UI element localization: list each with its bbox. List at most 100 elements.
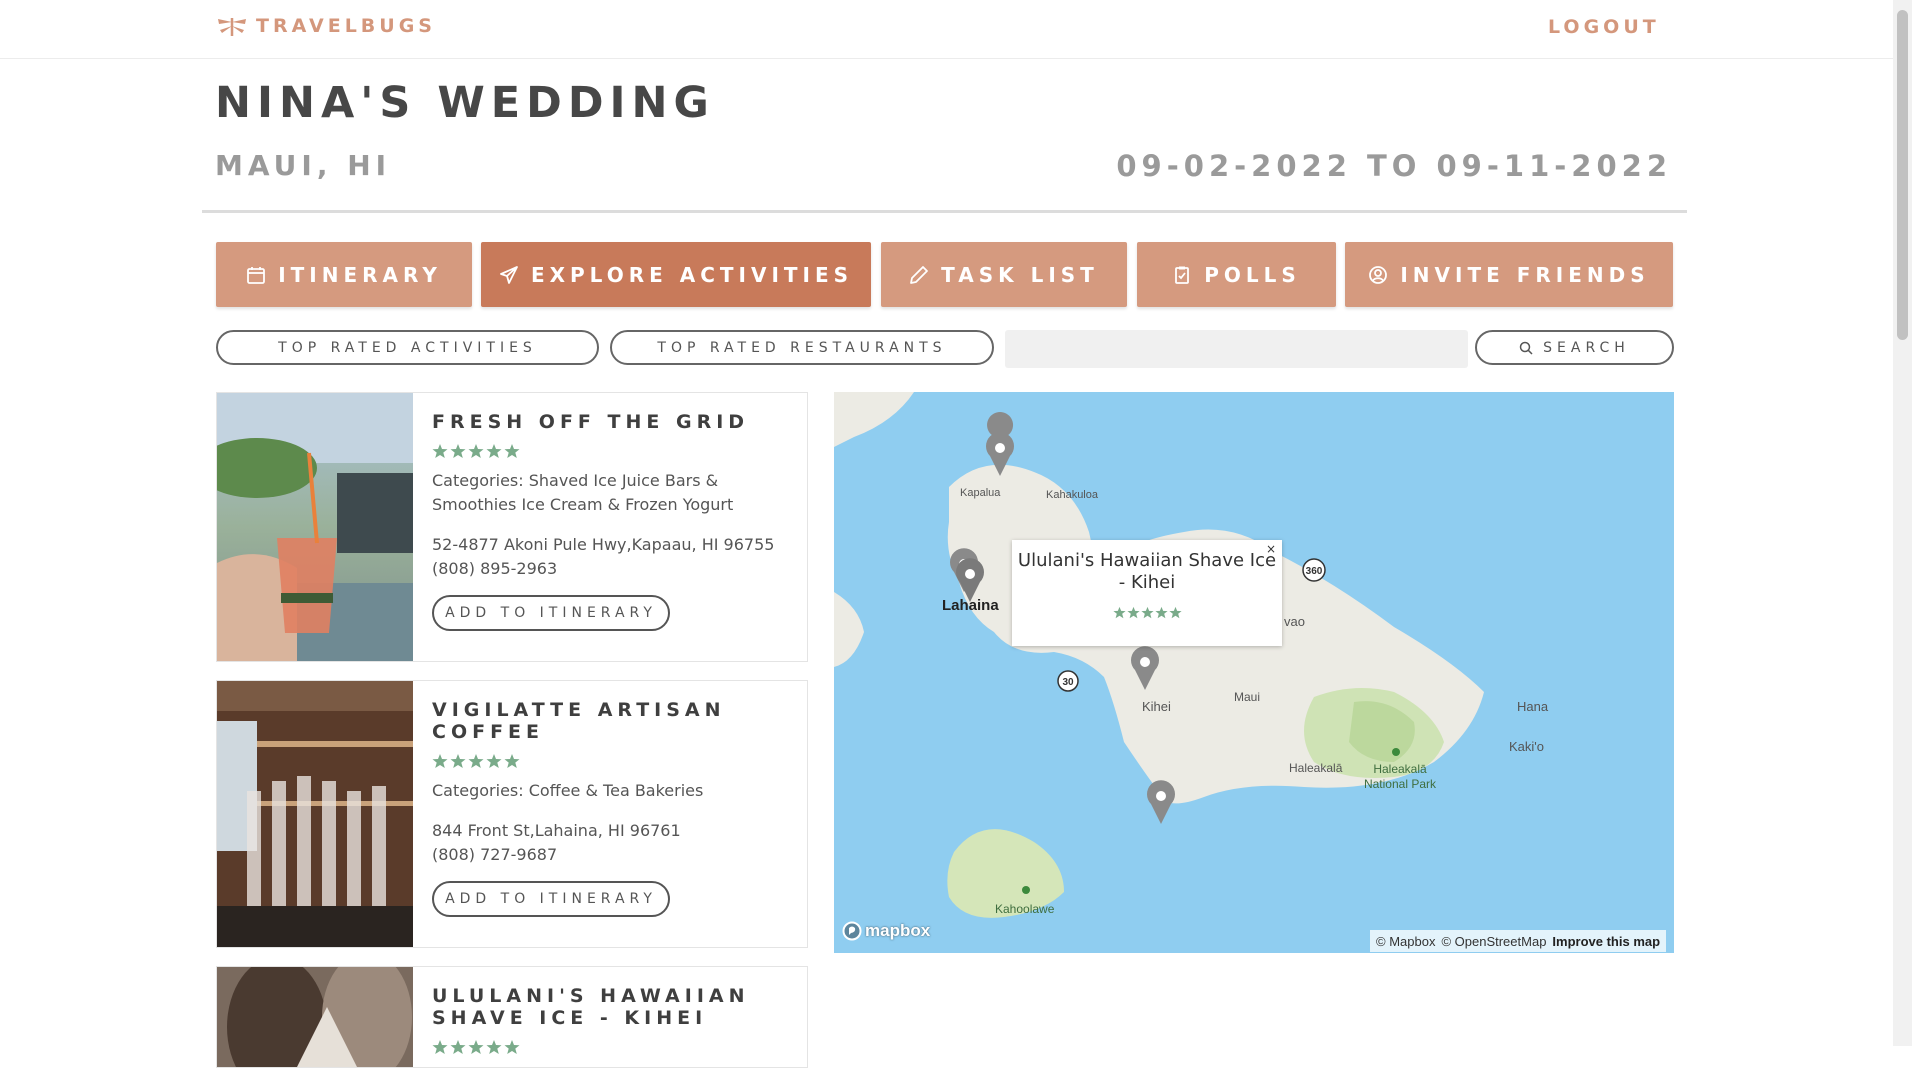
route-30-label: 30	[1062, 677, 1074, 688]
result-details: ULULANI'S HAWAIIAN SHAVE ICE - KIHEI	[432, 967, 797, 1055]
star-icon	[432, 444, 448, 458]
star-icon	[450, 754, 466, 768]
map-label-kahakuloa: Kahakuloa	[1046, 489, 1098, 501]
tab-label: TASK LIST	[941, 262, 1099, 287]
star-icon	[1112, 606, 1126, 619]
map-label-hana: Hana	[1517, 699, 1549, 714]
result-address: 52-4877 Akoni Pule Hwy,Kapaau, HI 96755 …	[432, 533, 797, 581]
result-photo	[217, 967, 413, 1067]
star-icon	[468, 1040, 484, 1054]
top-nav: TRAVELBUGS LOGOUT	[0, 0, 1893, 59]
tab-label: ITINERARY	[278, 262, 442, 287]
top-rated-restaurants-button[interactable]: TOP RATED RESTAURANTS	[610, 330, 994, 365]
star-icon	[504, 444, 520, 458]
improve-map-link[interactable]: Improve this map	[1552, 934, 1660, 949]
map-label-lahaina: Lahaina	[942, 597, 999, 614]
star-icon	[1140, 606, 1154, 619]
logout-link[interactable]: LOGOUT	[1548, 16, 1660, 38]
map-label-national-park: Haleakalā National Park	[1363, 762, 1437, 791]
calendar-icon	[247, 266, 266, 284]
star-icon	[450, 444, 466, 458]
result-name[interactable]: VIGILATTE ARTISAN COFFEE	[432, 699, 797, 743]
page-title: NINA'S WEDDING	[215, 78, 715, 128]
tab-polls[interactable]: POLLS	[1137, 242, 1336, 307]
result-categories: Categories: Coffee & Tea Bakeries	[432, 781, 704, 800]
mapbox-wordmark: mapbox	[865, 921, 931, 940]
pencil-icon	[910, 265, 929, 284]
map-label-kaupo: Kaki'o	[1509, 739, 1545, 754]
star-icon	[486, 1040, 502, 1054]
result-address: 844 Front St,Lahaina, HI 96761 (808) 727…	[432, 819, 797, 867]
map-label-kahoolawe: Kahoolawe	[995, 902, 1055, 916]
result-card: VIGILATTE ARTISAN COFFEE Categories: Cof…	[216, 680, 808, 948]
star-icon	[486, 444, 502, 458]
mapbox-attribution-link[interactable]: © Mapbox	[1376, 934, 1435, 949]
search-label: SEARCH	[1543, 339, 1630, 356]
rating-stars	[432, 753, 797, 769]
rating-stars	[432, 443, 797, 459]
top-rated-activities-button[interactable]: TOP RATED ACTIVITIES	[216, 330, 599, 365]
mapbox-icon	[842, 921, 862, 941]
trip-location: MAUI, HI	[215, 149, 392, 182]
map-label-kihei: Kihei	[1142, 699, 1171, 714]
result-name[interactable]: FRESH OFF THE GRID	[432, 411, 797, 433]
add-to-itinerary-button[interactable]: ADD TO ITINERARY	[432, 881, 670, 917]
result-photo	[217, 681, 413, 947]
result-name[interactable]: ULULANI'S HAWAIIAN SHAVE ICE - KIHEI	[432, 985, 797, 1029]
osm-attribution-link[interactable]: © OpenStreetMap	[1441, 934, 1546, 949]
page-scrollbar[interactable]	[1893, 0, 1912, 1046]
star-icon	[1168, 606, 1182, 619]
phone-number: (808) 727-9687	[432, 845, 558, 864]
result-details: VIGILATTE ARTISAN COFFEE Categories: Cof…	[432, 681, 797, 917]
mapbox-logo[interactable]: mapbox	[842, 921, 930, 941]
brand-logo[interactable]: TRAVELBUGS	[216, 15, 436, 37]
tab-itinerary[interactable]: ITINERARY	[216, 242, 472, 307]
brand-name: TRAVELBUGS	[256, 15, 436, 37]
popup-title: Ululani's Hawaiian Shave Ice - Kihei	[1017, 550, 1277, 593]
map-pin-wailea[interactable]	[1147, 780, 1175, 824]
dragonfly-icon	[218, 18, 246, 36]
popup-rating-stars	[1012, 606, 1282, 619]
tab-label: POLLS	[1204, 262, 1301, 287]
rating-stars	[432, 1039, 797, 1055]
map-label-wailuku: vao	[1284, 614, 1305, 629]
star-icon	[432, 754, 448, 768]
search-button[interactable]: SEARCH	[1475, 330, 1674, 365]
result-card: ULULANI'S HAWAIIAN SHAVE ICE - KIHEI	[216, 966, 808, 1068]
map-label-kapalua: Kapalua	[960, 487, 1001, 499]
header-divider	[202, 210, 1687, 213]
tab-task-list[interactable]: TASK LIST	[881, 242, 1127, 307]
result-categories: Categories: Shaved Ice Juice Bars & Smoo…	[432, 471, 734, 514]
search-input[interactable]	[1005, 330, 1468, 368]
popup-close-button[interactable]: ×	[1266, 542, 1276, 556]
add-to-itinerary-button[interactable]: ADD TO ITINERARY	[432, 595, 670, 631]
map-label-haleakala: Haleakalā	[1289, 761, 1343, 775]
star-icon	[432, 1040, 448, 1054]
star-icon	[504, 1040, 520, 1054]
tab-label: INVITE FRIENDS	[1400, 262, 1650, 287]
result-photo	[217, 393, 413, 661]
map-popup: × Ululani's Hawaiian Shave Ice - Kihei	[1012, 540, 1282, 646]
phone-number: (808) 895-2963	[432, 559, 558, 578]
route-360-label: 360	[1306, 566, 1323, 577]
result-details: FRESH OFF THE GRID Categories: Shaved Ic…	[432, 393, 797, 631]
tab-explore-activities[interactable]: EXPLORE ACTIVITIES	[481, 242, 871, 307]
star-icon	[450, 1040, 466, 1054]
tab-label: EXPLORE ACTIVITIES	[530, 262, 854, 287]
address-line: 844 Front St,Lahaina, HI 96761	[432, 821, 681, 840]
star-icon	[486, 754, 502, 768]
map-view[interactable]: 30 360 Kapalua Kahakuloa Lahaina vao Kih…	[834, 392, 1674, 953]
map-attribution: © Mapbox © OpenStreetMap Improve this ma…	[1370, 930, 1667, 952]
paper-plane-icon	[500, 265, 518, 284]
star-icon	[1154, 606, 1168, 619]
user-circle-icon	[1369, 265, 1388, 284]
map-label-maui: Maui	[1234, 690, 1261, 704]
star-icon	[468, 754, 484, 768]
map-canvas[interactable]: 30 360	[834, 392, 1674, 953]
search-icon	[1519, 341, 1533, 355]
tab-invite-friends[interactable]: INVITE FRIENDS	[1345, 242, 1673, 307]
clipboard-check-icon	[1175, 266, 1190, 284]
address-line: 52-4877 Akoni Pule Hwy,Kapaau, HI 96755	[432, 535, 775, 554]
scrollbar-thumb[interactable]	[1897, 10, 1908, 340]
star-icon	[504, 754, 520, 768]
